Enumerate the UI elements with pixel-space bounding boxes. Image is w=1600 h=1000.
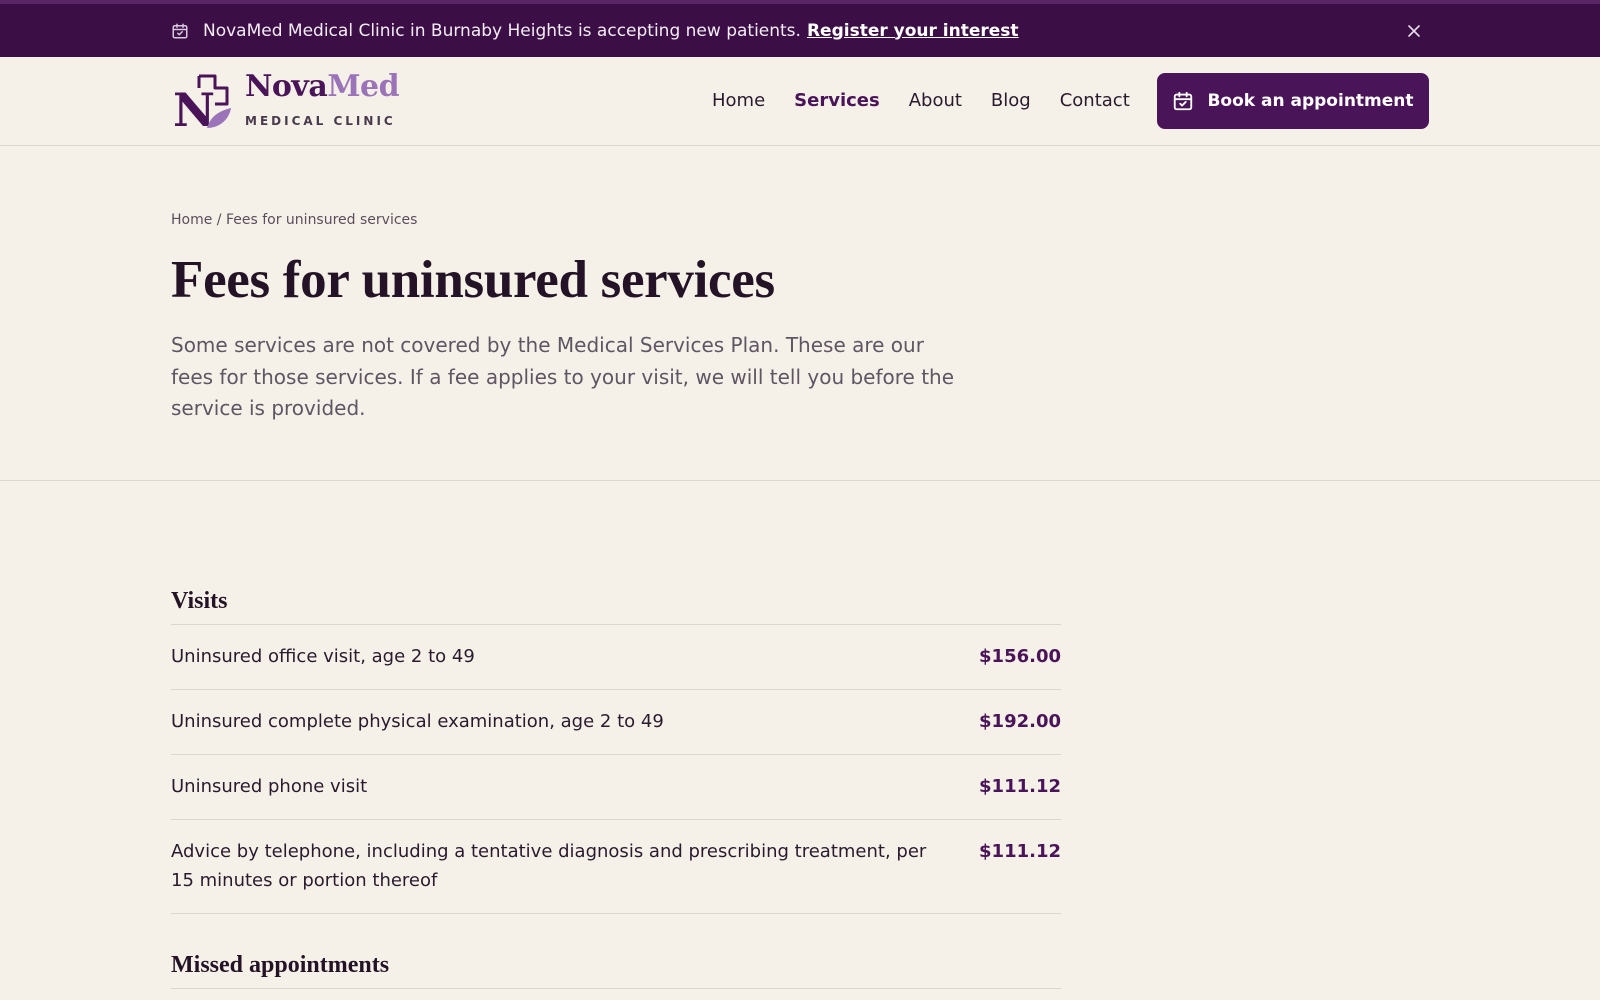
nav-home[interactable]: Home [712, 89, 765, 113]
site-header: N NovaMed MEDICAL CLINIC Home Services A… [0, 57, 1600, 146]
calendar-check-icon [171, 22, 189, 40]
fee-row: Uninsured office visit, age 2 to 49 $156… [171, 625, 1061, 690]
breadcrumb-current: Fees for uninsured services [225, 212, 418, 228]
fee-row: Uninsured phone visit $111.12 [171, 755, 1061, 820]
page-intro: Some services are not covered by the Med… [171, 333, 955, 420]
section-title-missed-appointments: Missed appointments [171, 949, 1061, 989]
close-announcement-button[interactable] [1404, 21, 1424, 41]
logo-subtitle: MEDICAL CLINIC [245, 114, 396, 128]
fee-row: Uninsured complete physical examination,… [171, 690, 1061, 755]
fee-price: $192.00 [979, 711, 1061, 732]
fee-name: Uninsured complete physical examination,… [171, 711, 664, 732]
fee-name: Uninsured phone visit [171, 776, 368, 797]
nav-blog[interactable]: Blog [991, 89, 1031, 113]
fee-name: Uninsured office visit, age 2 to 49 [171, 646, 475, 667]
fee-price: $156.00 [979, 646, 1061, 667]
announcement-text: NovaMed Medical Clinic in Burnaby Height… [203, 20, 801, 41]
breadcrumb-home[interactable]: Home [171, 212, 212, 228]
fee-price: $111.12 [979, 841, 1061, 862]
logo-name: NovaMed [245, 69, 400, 104]
register-interest-link[interactable]: Register your interest [807, 21, 1019, 41]
announcement-bar: NovaMed Medical Clinic in Burnaby Height… [0, 0, 1600, 57]
page-hero: Home / Fees for uninsured services Fees … [0, 146, 1600, 481]
calendar-check-icon [1172, 90, 1194, 112]
nav-contact[interactable]: Contact [1060, 89, 1130, 113]
announcement-content: NovaMed Medical Clinic in Burnaby Height… [171, 4, 1019, 57]
breadcrumb-separator: / [212, 212, 226, 228]
fee-price: $111.12 [979, 776, 1061, 797]
fee-name: Advice by telephone, including a tentati… [171, 841, 927, 891]
nav-about[interactable]: About [909, 89, 962, 113]
site-logo[interactable]: N NovaMed MEDICAL CLINIC [171, 69, 400, 138]
book-appointment-button[interactable]: Book an appointment [1157, 73, 1429, 129]
fee-row: Advice by telephone, including a tentati… [171, 820, 1061, 914]
fees-list: Visits Uninsured office visit, age 2 to … [171, 585, 1061, 989]
logo-mark-icon: N [171, 70, 235, 137]
logo-text: NovaMed MEDICAL CLINIC [245, 69, 400, 134]
main-nav: Home Services About Blog Contact [712, 89, 1159, 113]
book-appointment-label: Book an appointment [1207, 91, 1414, 111]
breadcrumb: Home / Fees for uninsured services [171, 212, 417, 228]
close-icon [1407, 24, 1421, 38]
page-title: Fees for uninsured services [171, 251, 775, 309]
section-title-visits: Visits [171, 585, 1061, 625]
nav-services[interactable]: Services [794, 89, 880, 113]
